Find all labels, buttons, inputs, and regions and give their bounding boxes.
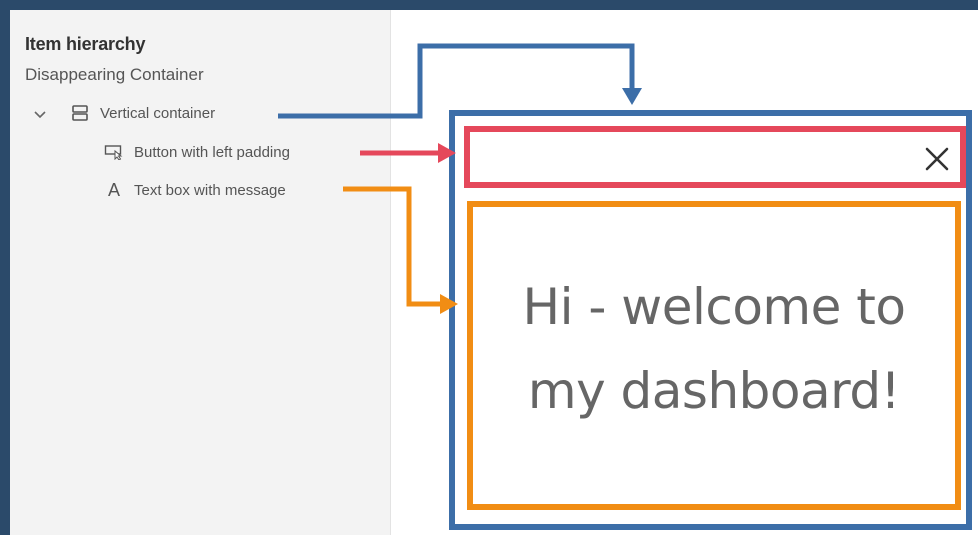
text-box-zone: Hi - welcome to my dashboard!: [467, 201, 961, 510]
hierarchy-item-label: Vertical container: [100, 104, 216, 122]
text-icon: A: [107, 180, 120, 200]
item-hierarchy-panel: Item hierarchy Disappearing Container Ve…: [10, 10, 391, 535]
hierarchy-item-label: Button with left padding: [134, 143, 290, 161]
hierarchy-item-label: Text box with message: [134, 181, 286, 199]
panel-title: Item hierarchy: [25, 34, 146, 54]
vertical-container-icon: [68, 102, 92, 124]
hierarchy-item-vertical-container[interactable]: Vertical container: [68, 102, 215, 124]
close-button[interactable]: [922, 144, 952, 174]
button-zone: [464, 126, 966, 188]
close-icon: [925, 147, 949, 171]
chevron-down-icon[interactable]: [32, 108, 48, 122]
button-icon: [102, 141, 126, 163]
welcome-message: Hi - welcome to my dashboard!: [522, 277, 906, 420]
dashboard-name: Disappearing Container: [25, 65, 204, 84]
hierarchy-item-button[interactable]: Button with left padding: [102, 141, 290, 163]
hierarchy-item-text-box[interactable]: A Text box with message: [102, 179, 286, 201]
